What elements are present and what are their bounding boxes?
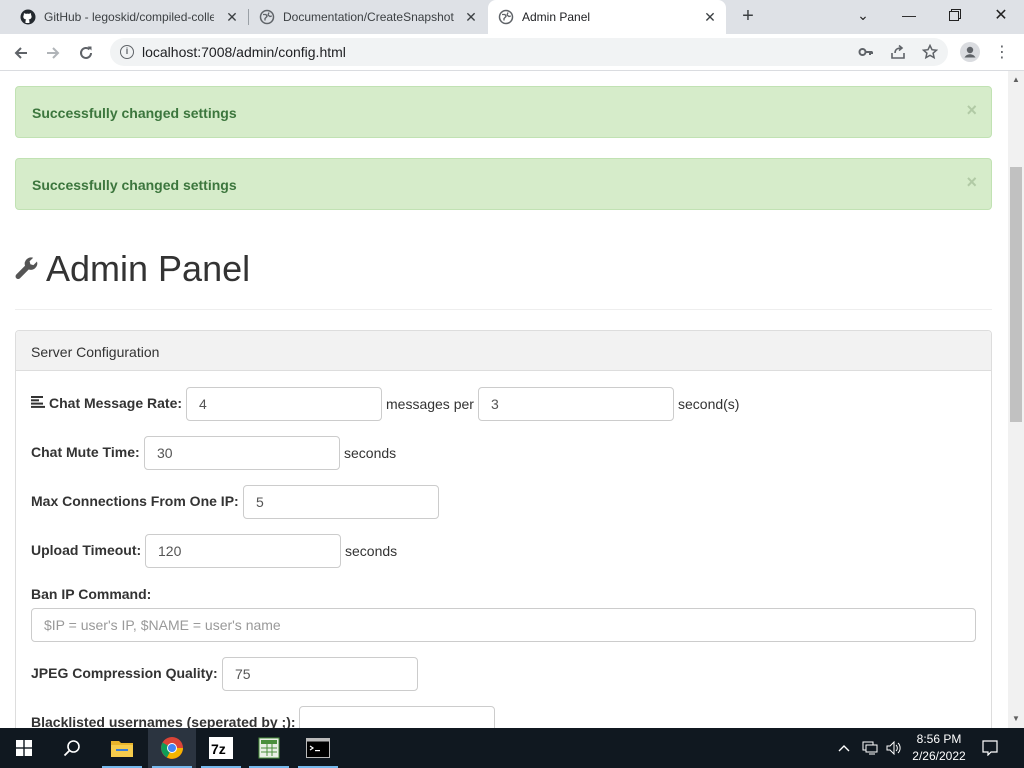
seconds-unit-text: seconds	[344, 445, 397, 461]
clock-time: 8:56 PM	[916, 732, 962, 746]
info-icon[interactable]: i	[120, 45, 134, 59]
chat-rate-icon	[31, 395, 45, 411]
chrome-icon[interactable]	[148, 728, 196, 768]
svg-text:7z: 7z	[211, 741, 226, 757]
max-connections-label: Max Connections From One IP:	[31, 493, 239, 509]
success-alert: Successfully changed settings ×	[15, 158, 992, 210]
browser-toolbar: i localhost:7008/admin/config.html ⋮	[0, 34, 1024, 71]
scroll-thumb[interactable]	[1010, 167, 1022, 422]
windows-start-icon[interactable]	[0, 728, 48, 768]
chat-rate-label: Chat Message Rate:	[49, 395, 183, 411]
close-tab-icon[interactable]: ✕	[224, 9, 240, 25]
address-bar[interactable]: i localhost:7008/admin/config.html	[110, 38, 948, 66]
ban-ip-command-input[interactable]: $IP = user's IP, $NAME = user's name	[31, 608, 976, 642]
profile-avatar-icon[interactable]	[960, 42, 980, 62]
file-explorer-icon[interactable]	[98, 728, 146, 768]
blacklist-input[interactable]	[299, 706, 495, 728]
blacklist-label: Blacklisted usernames (seperated by ;):	[31, 714, 296, 728]
tab-title: Documentation/CreateSnapshot	[283, 10, 454, 24]
close-alert-icon[interactable]: ×	[966, 100, 977, 121]
page-viewport: Successfully changed settings × Successf…	[0, 71, 1008, 728]
spreadsheet-app-icon[interactable]	[245, 728, 293, 768]
restore-button[interactable]	[932, 0, 978, 30]
panel-title: Server Configuration	[31, 344, 160, 360]
globe-icon	[498, 9, 514, 25]
seconds-unit-text: seconds	[345, 543, 398, 559]
github-icon	[20, 9, 36, 25]
jpeg-quality-label: JPEG Compression Quality:	[31, 665, 218, 681]
forward-button[interactable]	[40, 40, 66, 66]
messages-per-text: messages per	[386, 396, 474, 412]
clock-date: 2/26/2022	[912, 749, 966, 763]
tab-github[interactable]: GitHub - legoskid/compiled-colle ✕	[10, 0, 248, 34]
chat-rate-messages-input[interactable]: 4	[186, 387, 382, 421]
menu-kebab-icon[interactable]: ⋮	[992, 42, 1012, 62]
tab-documentation[interactable]: Documentation/CreateSnapshot ✕	[249, 0, 487, 34]
bookmark-star-icon[interactable]	[920, 42, 940, 62]
show-hidden-icons-chevron-icon[interactable]	[838, 728, 854, 768]
close-alert-icon[interactable]: ×	[966, 172, 977, 193]
browser-tab-strip: GitHub - legoskid/compiled-colle ✕ Docum…	[0, 0, 1024, 34]
server-configuration-panel: Server Configuration Chat Message Rate: …	[15, 330, 992, 728]
windows-taskbar: 7z 8:56 PM 2/26/2022	[0, 728, 1024, 768]
upload-timeout-input[interactable]: 120	[145, 534, 341, 568]
tab-title: GitHub - legoskid/compiled-colle	[44, 10, 214, 24]
minimize-button[interactable]: —	[886, 0, 932, 30]
search-icon[interactable]	[48, 728, 96, 768]
seconds-unit-text: second(s)	[678, 396, 740, 412]
page-header: Admin Panel	[14, 248, 250, 290]
new-tab-button[interactable]: +	[737, 6, 759, 28]
alert-message: Successfully changed settings	[32, 177, 237, 193]
divider	[15, 309, 992, 310]
max-connections-input[interactable]: 5	[243, 485, 439, 519]
url-text: localhost:7008/admin/config.html	[142, 44, 346, 60]
tab-title: Admin Panel	[522, 10, 591, 24]
mute-time-label: Chat Mute Time:	[31, 444, 140, 460]
key-icon[interactable]	[856, 42, 876, 62]
terminal-icon[interactable]	[294, 728, 342, 768]
wrench-icon	[14, 256, 40, 282]
chat-rate-seconds-input[interactable]: 3	[478, 387, 674, 421]
close-tab-icon[interactable]: ✕	[463, 9, 479, 25]
back-button[interactable]	[8, 40, 34, 66]
upload-timeout-label: Upload Timeout:	[31, 542, 142, 558]
page-title: Admin Panel	[46, 248, 251, 289]
reload-button[interactable]	[73, 40, 99, 66]
tab-admin-panel[interactable]: Admin Panel ✕	[488, 0, 726, 34]
scroll-up-arrow-icon[interactable]: ▲	[1012, 75, 1020, 84]
network-icon[interactable]	[862, 728, 880, 768]
system-clock[interactable]: 8:56 PM 2/26/2022	[904, 731, 974, 765]
scroll-down-arrow-icon[interactable]: ▼	[1012, 714, 1020, 723]
share-icon[interactable]	[888, 42, 908, 62]
ban-ip-label: Ban IP Command:	[31, 586, 152, 602]
panel-heading: Server Configuration	[16, 331, 991, 371]
close-tab-icon[interactable]: ✕	[702, 9, 718, 25]
close-window-button[interactable]: ✕	[978, 0, 1024, 30]
volume-icon[interactable]	[886, 728, 904, 768]
success-alert: Successfully changed settings ×	[15, 86, 992, 138]
jpeg-quality-input[interactable]: 75	[222, 657, 418, 691]
globe-icon	[259, 9, 275, 25]
tab-search-icon[interactable]: ⌄	[840, 0, 886, 30]
vertical-scrollbar[interactable]: ▲ ▼	[1008, 71, 1024, 728]
alert-message: Successfully changed settings	[32, 105, 237, 121]
mute-time-input[interactable]: 30	[144, 436, 340, 470]
7zip-icon[interactable]: 7z	[197, 728, 245, 768]
notification-center-icon[interactable]	[982, 728, 1002, 768]
